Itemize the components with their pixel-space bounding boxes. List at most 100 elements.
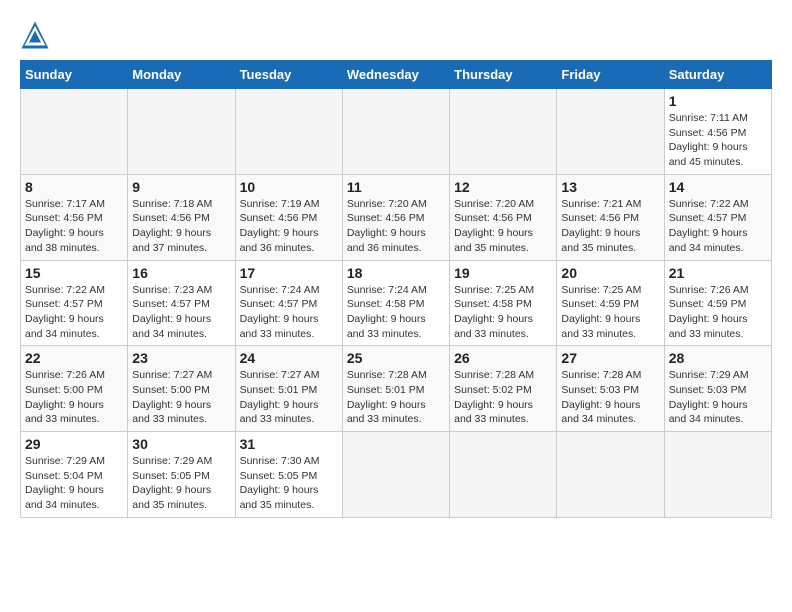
calendar-week-row: 8 Sunrise: 7:17 AMSunset: 4:56 PMDaylight… (21, 174, 772, 260)
calendar-cell (342, 89, 449, 175)
calendar-cell (342, 432, 449, 518)
calendar-cell (557, 432, 664, 518)
day-info: Sunrise: 7:25 AMSunset: 4:59 PMDaylight:… (561, 283, 659, 342)
calendar-cell (557, 89, 664, 175)
day-info: Sunrise: 7:11 AMSunset: 4:56 PMDaylight:… (669, 111, 767, 170)
calendar-cell: 27 Sunrise: 7:28 AMSunset: 5:03 PMDayligh… (557, 346, 664, 432)
day-number: 22 (25, 350, 123, 366)
calendar-cell (450, 432, 557, 518)
day-number: 11 (347, 179, 445, 195)
day-info: Sunrise: 7:20 AMSunset: 4:56 PMDaylight:… (454, 197, 552, 256)
calendar-cell: 13 Sunrise: 7:21 AMSunset: 4:56 PMDayligh… (557, 174, 664, 260)
calendar-cell: 12 Sunrise: 7:20 AMSunset: 4:56 PMDayligh… (450, 174, 557, 260)
calendar-header-row: SundayMondayTuesdayWednesdayThursdayFrid… (21, 61, 772, 89)
day-number: 27 (561, 350, 659, 366)
day-info: Sunrise: 7:26 AMSunset: 4:59 PMDaylight:… (669, 283, 767, 342)
calendar-cell: 31 Sunrise: 7:30 AMSunset: 5:05 PMDayligh… (235, 432, 342, 518)
calendar-cell: 21 Sunrise: 7:26 AMSunset: 4:59 PMDayligh… (664, 260, 771, 346)
calendar-cell: 1Sunrise: 7:11 AMSunset: 4:56 PMDaylight… (664, 89, 771, 175)
day-number: 28 (669, 350, 767, 366)
calendar-cell: 8 Sunrise: 7:17 AMSunset: 4:56 PMDaylight… (21, 174, 128, 260)
calendar-cell: 9 Sunrise: 7:18 AMSunset: 4:56 PMDaylight… (128, 174, 235, 260)
column-header-monday: Monday (128, 61, 235, 89)
calendar-week-row: 15 Sunrise: 7:22 AMSunset: 4:57 PMDayligh… (21, 260, 772, 346)
day-info: Sunrise: 7:20 AMSunset: 4:56 PMDaylight:… (347, 197, 445, 256)
logo (20, 20, 52, 50)
day-number: 14 (669, 179, 767, 195)
day-number: 9 (132, 179, 230, 195)
calendar-cell: 30 Sunrise: 7:29 AMSunset: 5:05 PMDayligh… (128, 432, 235, 518)
day-info: Sunrise: 7:25 AMSunset: 4:58 PMDaylight:… (454, 283, 552, 342)
page-header (20, 20, 772, 50)
day-info: Sunrise: 7:27 AMSunset: 5:01 PMDaylight:… (240, 368, 338, 427)
calendar-cell: 20 Sunrise: 7:25 AMSunset: 4:59 PMDayligh… (557, 260, 664, 346)
day-number: 21 (669, 265, 767, 281)
day-info: Sunrise: 7:17 AMSunset: 4:56 PMDaylight:… (25, 197, 123, 256)
day-number: 20 (561, 265, 659, 281)
day-number: 17 (240, 265, 338, 281)
calendar-cell: 29 Sunrise: 7:29 AMSunset: 5:04 PMDayligh… (21, 432, 128, 518)
day-info: Sunrise: 7:26 AMSunset: 5:00 PMDaylight:… (25, 368, 123, 427)
calendar-cell: 25 Sunrise: 7:28 AMSunset: 5:01 PMDayligh… (342, 346, 449, 432)
calendar-cell: 14 Sunrise: 7:22 AMSunset: 4:57 PMDayligh… (664, 174, 771, 260)
calendar-body: 1Sunrise: 7:11 AMSunset: 4:56 PMDaylight… (21, 89, 772, 518)
day-info: Sunrise: 7:22 AMSunset: 4:57 PMDaylight:… (25, 283, 123, 342)
day-info: Sunrise: 7:23 AMSunset: 4:57 PMDaylight:… (132, 283, 230, 342)
calendar-cell: 15 Sunrise: 7:22 AMSunset: 4:57 PMDayligh… (21, 260, 128, 346)
day-number: 19 (454, 265, 552, 281)
column-header-friday: Friday (557, 61, 664, 89)
day-number: 23 (132, 350, 230, 366)
day-info: Sunrise: 7:29 AMSunset: 5:05 PMDaylight:… (132, 454, 230, 513)
day-number: 26 (454, 350, 552, 366)
day-info: Sunrise: 7:18 AMSunset: 4:56 PMDaylight:… (132, 197, 230, 256)
day-info: Sunrise: 7:27 AMSunset: 5:00 PMDaylight:… (132, 368, 230, 427)
day-number: 29 (25, 436, 123, 452)
column-header-wednesday: Wednesday (342, 61, 449, 89)
calendar-cell: 16 Sunrise: 7:23 AMSunset: 4:57 PMDayligh… (128, 260, 235, 346)
day-info: Sunrise: 7:24 AMSunset: 4:58 PMDaylight:… (347, 283, 445, 342)
calendar-week-row: 22 Sunrise: 7:26 AMSunset: 5:00 PMDayligh… (21, 346, 772, 432)
day-number: 16 (132, 265, 230, 281)
calendar-table: SundayMondayTuesdayWednesdayThursdayFrid… (20, 60, 772, 518)
day-info: Sunrise: 7:28 AMSunset: 5:03 PMDaylight:… (561, 368, 659, 427)
day-number: 8 (25, 179, 123, 195)
day-info: Sunrise: 7:28 AMSunset: 5:02 PMDaylight:… (454, 368, 552, 427)
calendar-cell: 22 Sunrise: 7:26 AMSunset: 5:00 PMDayligh… (21, 346, 128, 432)
calendar-cell: 10 Sunrise: 7:19 AMSunset: 4:56 PMDayligh… (235, 174, 342, 260)
day-info: Sunrise: 7:22 AMSunset: 4:57 PMDaylight:… (669, 197, 767, 256)
day-info: Sunrise: 7:24 AMSunset: 4:57 PMDaylight:… (240, 283, 338, 342)
day-number: 12 (454, 179, 552, 195)
day-info: Sunrise: 7:30 AMSunset: 5:05 PMDaylight:… (240, 454, 338, 513)
day-info: Sunrise: 7:29 AMSunset: 5:03 PMDaylight:… (669, 368, 767, 427)
column-header-thursday: Thursday (450, 61, 557, 89)
logo-icon (20, 20, 50, 50)
day-number: 30 (132, 436, 230, 452)
calendar-cell: 24 Sunrise: 7:27 AMSunset: 5:01 PMDayligh… (235, 346, 342, 432)
calendar-cell: 26 Sunrise: 7:28 AMSunset: 5:02 PMDayligh… (450, 346, 557, 432)
calendar-cell: 19 Sunrise: 7:25 AMSunset: 4:58 PMDayligh… (450, 260, 557, 346)
calendar-week-row: 29 Sunrise: 7:29 AMSunset: 5:04 PMDayligh… (21, 432, 772, 518)
day-info: Sunrise: 7:21 AMSunset: 4:56 PMDaylight:… (561, 197, 659, 256)
calendar-cell: 23 Sunrise: 7:27 AMSunset: 5:00 PMDayligh… (128, 346, 235, 432)
calendar-cell: 28 Sunrise: 7:29 AMSunset: 5:03 PMDayligh… (664, 346, 771, 432)
calendar-cell: 17 Sunrise: 7:24 AMSunset: 4:57 PMDayligh… (235, 260, 342, 346)
day-number: 31 (240, 436, 338, 452)
day-number: 15 (25, 265, 123, 281)
day-info: Sunrise: 7:19 AMSunset: 4:56 PMDaylight:… (240, 197, 338, 256)
day-number: 18 (347, 265, 445, 281)
day-number: 10 (240, 179, 338, 195)
day-number: 24 (240, 350, 338, 366)
column-header-saturday: Saturday (664, 61, 771, 89)
calendar-cell (664, 432, 771, 518)
column-header-tuesday: Tuesday (235, 61, 342, 89)
day-number: 25 (347, 350, 445, 366)
calendar-cell (235, 89, 342, 175)
calendar-cell (450, 89, 557, 175)
calendar-cell: 11 Sunrise: 7:20 AMSunset: 4:56 PMDayligh… (342, 174, 449, 260)
calendar-cell (128, 89, 235, 175)
day-number: 13 (561, 179, 659, 195)
calendar-week-row: 1Sunrise: 7:11 AMSunset: 4:56 PMDaylight… (21, 89, 772, 175)
day-info: Sunrise: 7:29 AMSunset: 5:04 PMDaylight:… (25, 454, 123, 513)
day-info: Sunrise: 7:28 AMSunset: 5:01 PMDaylight:… (347, 368, 445, 427)
calendar-cell (21, 89, 128, 175)
